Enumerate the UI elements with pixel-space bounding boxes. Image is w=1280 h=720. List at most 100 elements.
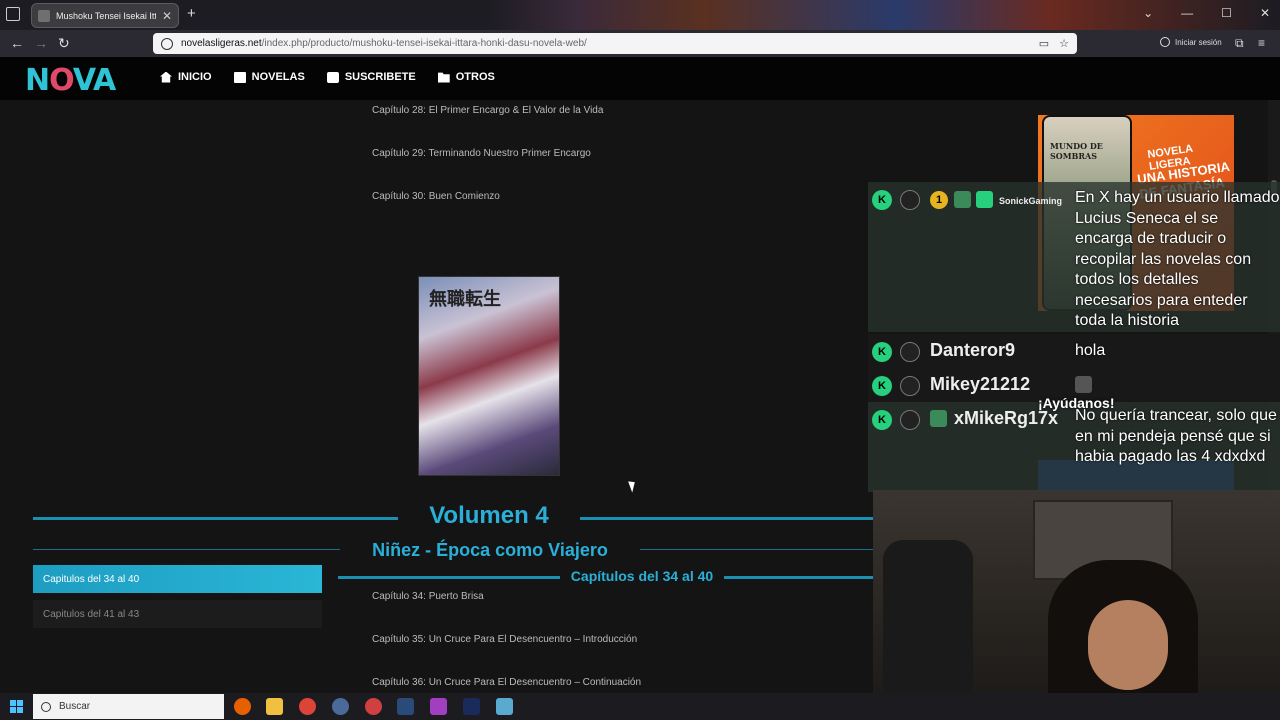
volume-subtitle: Niñez - Época como Viajero xyxy=(340,540,640,561)
menu-label: SUSCRIBETE xyxy=(344,71,416,83)
obs-icon[interactable] xyxy=(365,698,382,715)
taskbar: Buscar xyxy=(0,693,1280,720)
reload-icon[interactable]: ↻ xyxy=(58,35,70,52)
app-icon[interactable] xyxy=(430,698,447,715)
signin-button[interactable]: Iniciar sesión xyxy=(1160,37,1222,47)
forward-icon[interactable]: → xyxy=(34,35,48,51)
url-path: /index.php/producto/mushoku-tensei-iseka… xyxy=(261,38,587,49)
chat-username: SonickGaming xyxy=(999,196,1063,206)
url-domain: novelasligeras.net xyxy=(181,38,262,49)
menu-item-novelas[interactable]: NOVELAS xyxy=(233,71,305,83)
mouse-cursor-icon xyxy=(628,479,638,493)
search-icon xyxy=(41,701,51,712)
logo-part-3: VA xyxy=(72,63,116,98)
microphone-image xyxy=(883,540,973,700)
search-placeholder: Buscar xyxy=(59,701,91,712)
chat-username: Mikey21212 xyxy=(930,374,1031,394)
signin-label: Iniciar sesión xyxy=(1175,37,1222,47)
user-icon xyxy=(900,376,920,396)
avatar xyxy=(900,190,920,210)
app-icon[interactable] xyxy=(332,698,349,715)
site-logo[interactable]: NOVA xyxy=(25,63,116,98)
kick-badge-icon: K xyxy=(872,410,892,430)
logo-part-2: O xyxy=(49,63,74,98)
home-icon xyxy=(160,71,172,83)
maximize-icon[interactable]: ☐ xyxy=(1221,6,1232,20)
chapter-tab[interactable]: Capitulos del 41 al 43 xyxy=(33,600,322,628)
overlay-label: ¡Ayúdanos! xyxy=(1038,395,1115,411)
chapter-link[interactable]: Capítulo 28: El Primer Encargo & El Valo… xyxy=(372,105,603,116)
user-icon xyxy=(900,410,920,430)
main-menu: INICIO NOVELAS SUSCRIBETE OTROS xyxy=(160,71,495,83)
url-text[interactable]: novelasligeras.net/index.php/producto/mu… xyxy=(181,38,1031,49)
sub-badge-icon xyxy=(930,410,947,427)
chat-username: Danteror9 xyxy=(930,340,1016,360)
chapter-link[interactable]: Capítulo 30: Buen Comienzo xyxy=(372,191,500,202)
chapter-link[interactable]: Capítulo 35: Un Cruce Para El Desencuent… xyxy=(372,634,637,645)
divider xyxy=(580,517,873,520)
chapter-tab-active[interactable]: Capitulos del 34 al 40 xyxy=(33,565,322,593)
menu-item-otros[interactable]: OTROS xyxy=(437,71,495,83)
sub-badge-icon xyxy=(954,191,971,208)
emote-icon xyxy=(1075,376,1092,393)
kick-badge-icon: K xyxy=(872,342,892,362)
firefox-icon[interactable] xyxy=(234,698,251,715)
check-square-icon xyxy=(326,71,339,83)
kick-badge-icon: K xyxy=(872,376,892,396)
url-bar[interactable]: novelasligeras.net/index.php/producto/mu… xyxy=(153,33,1077,54)
close-window-icon[interactable]: ✕ xyxy=(1260,6,1270,20)
menu-icon[interactable]: ≡ xyxy=(1258,36,1265,50)
extensions-icon[interactable]: ⧉ xyxy=(1235,36,1244,51)
volume-title: Volumen 4 xyxy=(429,502,549,529)
chat-username: xMikeRg17x xyxy=(954,408,1059,428)
menu-item-inicio[interactable]: INICIO xyxy=(160,71,212,83)
favicon-icon xyxy=(38,9,50,22)
chat-message: K xMikeRg17x No quería trancear, solo qu… xyxy=(868,402,1280,492)
back-icon[interactable]: ← xyxy=(10,35,24,51)
stream-chat-overlay: K 1 SonickGaming En X hay un usuario lla… xyxy=(868,182,1280,492)
chat-message: K Danteror9 hola xyxy=(868,334,1280,368)
browser-tab-bar: Mushoku Tensei Isekai Ittara Ho... ✕ + ⌄… xyxy=(0,0,1280,30)
divider xyxy=(338,576,560,579)
cover-title: 無職転生 xyxy=(429,289,501,310)
photoshop-icon[interactable] xyxy=(463,698,480,715)
shield-icon[interactable] xyxy=(161,37,173,50)
folder-open-icon xyxy=(437,72,450,83)
menu-label: INICIO xyxy=(178,71,212,83)
chapter-link[interactable]: Capítulo 29: Terminando Nuestro Primer E… xyxy=(372,148,591,159)
chat-message: K 1 SonickGaming En X hay un usuario lla… xyxy=(868,182,1280,332)
gift-icon xyxy=(976,191,993,208)
chrome-icon[interactable] xyxy=(299,698,316,715)
section-title: Capítulos del 34 al 40 xyxy=(570,568,714,584)
window-controls: ⌄ — ☐ ✕ xyxy=(1143,6,1270,20)
app-icon[interactable] xyxy=(496,698,513,715)
cubes-icon xyxy=(233,71,246,83)
reader-view-icon[interactable]: ▭ xyxy=(1039,37,1049,50)
minimize-icon[interactable]: — xyxy=(1181,6,1193,20)
ad-phone-title: MUNDO DE SOMBRAS xyxy=(1050,141,1103,161)
taskbar-search[interactable]: Buscar xyxy=(33,694,224,719)
gold-badge-icon: 1 xyxy=(930,191,948,209)
chapter-link[interactable]: Capítulo 34: Puerto Brisa xyxy=(372,591,484,602)
browser-tab[interactable]: Mushoku Tensei Isekai Ittara Ho... ✕ xyxy=(31,3,179,28)
volume-cover-image: 無職転生 xyxy=(418,276,560,476)
account-icon xyxy=(1160,37,1170,47)
file-explorer-icon[interactable] xyxy=(266,698,283,715)
divider xyxy=(724,576,873,579)
chat-text: hola xyxy=(1075,342,1106,359)
chevron-down-icon[interactable]: ⌄ xyxy=(1143,6,1153,20)
chat-text: En X hay un usuario llamado Lucius Senec… xyxy=(1075,189,1280,329)
streamer-face xyxy=(1088,600,1168,690)
steam-icon[interactable] xyxy=(397,698,414,715)
windows-start-icon[interactable] xyxy=(10,700,23,713)
chapter-link[interactable]: Capítulo 36: Un Cruce Para El Desencuent… xyxy=(372,677,641,688)
chat-text: No quería trancear, solo que en mi pende… xyxy=(1075,407,1277,465)
tab-list-icon[interactable] xyxy=(6,7,20,21)
new-tab-icon[interactable]: + xyxy=(187,5,196,22)
webcam-feed xyxy=(873,490,1280,720)
bookmark-star-icon[interactable]: ☆ xyxy=(1059,37,1069,50)
user-icon xyxy=(900,342,920,362)
close-tab-icon[interactable]: ✕ xyxy=(162,9,172,23)
menu-label: NOVELAS xyxy=(251,71,305,83)
menu-item-suscribete[interactable]: SUSCRIBETE xyxy=(326,71,416,83)
